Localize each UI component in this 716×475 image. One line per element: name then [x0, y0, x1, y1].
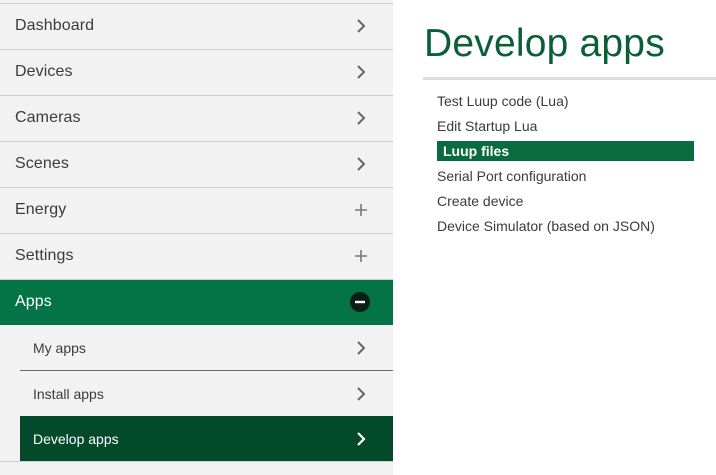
plus-icon — [355, 204, 367, 216]
sidebar-subitem-develop-apps[interactable]: Develop apps — [20, 416, 393, 461]
sidebar-item-label: Dashboard — [15, 17, 95, 34]
sidebar-item-label: Apps — [15, 293, 52, 310]
chevron-right-icon — [357, 19, 366, 33]
link-device-simulator[interactable]: Device Simulator (based on JSON) — [437, 218, 655, 234]
chevron-right-icon — [357, 387, 366, 401]
link-edit-startup-lua[interactable]: Edit Startup Lua — [437, 118, 537, 134]
main-content: Develop apps Test Luup code (Lua) Edit S… — [393, 0, 716, 475]
sidebar: Dashboard Devices Cameras Scenes Energy … — [0, 0, 393, 475]
link-create-device[interactable]: Create device — [437, 193, 523, 209]
sidebar-subitem-label: Develop apps — [33, 431, 119, 447]
sidebar-item-label: Energy — [15, 201, 67, 218]
title-divider — [423, 77, 716, 80]
chevron-right-icon — [357, 65, 366, 79]
sidebar-item-label: Devices — [15, 63, 73, 80]
chevron-right-icon — [357, 157, 366, 171]
sidebar-subitem-install-apps[interactable]: Install apps — [20, 371, 393, 417]
sidebar-subitem-label: My apps — [33, 340, 86, 356]
link-luup-files[interactable]: Luup files — [437, 141, 694, 161]
minus-circle-icon[interactable] — [349, 291, 371, 313]
sidebar-bottom-divider — [0, 461, 393, 462]
sidebar-item-cameras[interactable]: Cameras — [0, 96, 393, 142]
link-test-luup-code[interactable]: Test Luup code (Lua) — [437, 93, 569, 109]
plus-icon — [355, 250, 367, 262]
sidebar-item-apps[interactable]: Apps — [0, 280, 393, 325]
sidebar-item-label: Scenes — [15, 155, 69, 172]
sidebar-subitem-label: Install apps — [33, 386, 104, 402]
sidebar-item-scenes[interactable]: Scenes — [0, 142, 393, 188]
sidebar-item-settings[interactable]: Settings — [0, 234, 393, 280]
sidebar-subitem-my-apps[interactable]: My apps — [20, 325, 393, 371]
sidebar-item-devices[interactable]: Devices — [0, 50, 393, 96]
chevron-right-icon — [357, 341, 366, 355]
chevron-right-icon — [357, 432, 366, 446]
sidebar-item-label: Cameras — [15, 109, 81, 126]
page-title: Develop apps — [424, 22, 665, 65]
chevron-right-icon — [357, 111, 366, 125]
sidebar-item-label: Settings — [15, 247, 74, 264]
link-serial-port-configuration[interactable]: Serial Port configuration — [437, 168, 586, 184]
sidebar-item-energy[interactable]: Energy — [0, 188, 393, 234]
sidebar-item-dashboard[interactable]: Dashboard — [0, 4, 393, 50]
